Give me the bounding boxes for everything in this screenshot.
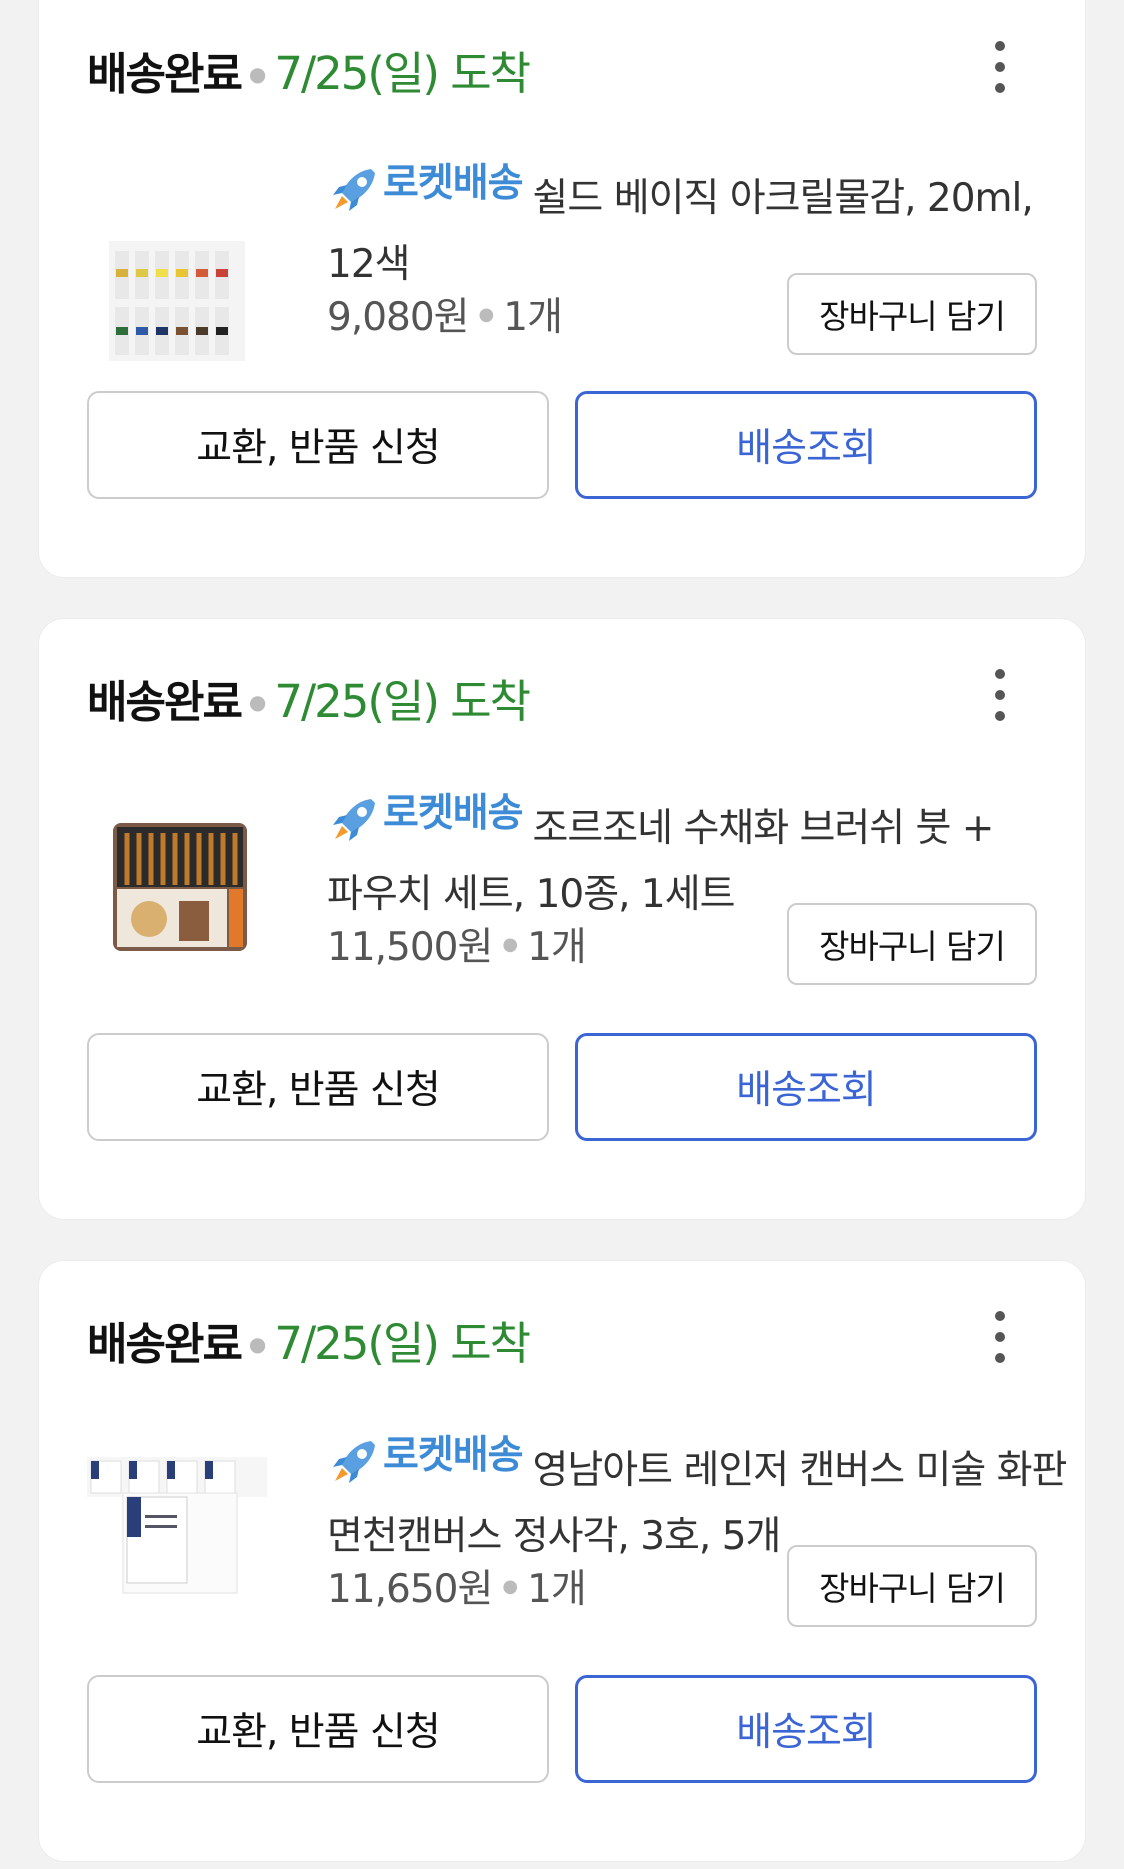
- delivery-status: 배송완료: [87, 677, 243, 728]
- delivery-status: 배송완료: [87, 1319, 243, 1370]
- price: 11,650원: [327, 1567, 493, 1612]
- track-delivery-button[interactable]: 배송조회: [575, 391, 1037, 499]
- separator-dot: ●: [478, 303, 495, 325]
- separator-dot: ●: [248, 1332, 267, 1356]
- arrival-date: 7/25(일) 도착: [274, 1317, 531, 1370]
- separator-dot: ●: [502, 933, 518, 955]
- arrival-date: 7/25(일) 도착: [274, 47, 531, 100]
- order-card: 배송완료 ● 7/25(일) 도착: [38, 618, 1086, 1220]
- separator-dot: ●: [502, 1575, 518, 1597]
- rocket-delivery-badge: 로켓배송: [327, 781, 524, 847]
- exchange-return-button[interactable]: 교환, 반품 신청: [87, 1675, 549, 1783]
- rocket-delivery-badge: 로켓배송: [327, 1423, 524, 1489]
- rocket-delivery-label: 로켓배송: [383, 161, 524, 206]
- order-card: 배송완료 ● 7/25(일) 도착: [38, 1260, 1086, 1862]
- more-options-icon[interactable]: [987, 665, 1013, 725]
- order-list: 배송완료 ● 7/25(일) 도착 로켓배송 쉴드 베이직 아크릴물감, 20m…: [0, 0, 1124, 1869]
- rocket-icon: [333, 799, 375, 841]
- more-options-icon[interactable]: [987, 1307, 1013, 1367]
- quantity: 1개: [527, 925, 587, 970]
- separator-dot: ●: [248, 62, 267, 86]
- delivery-status: 배송완료: [87, 49, 243, 100]
- add-to-cart-button[interactable]: 장바구니 담기: [787, 273, 1037, 355]
- rocket-delivery-label: 로켓배송: [383, 1433, 524, 1478]
- price-row: 9,080원 ● 1개: [327, 274, 563, 354]
- separator-dot: ●: [248, 690, 267, 714]
- order-header: 배송완료 ● 7/25(일) 도착: [87, 37, 531, 100]
- track-delivery-button[interactable]: 배송조회: [575, 1033, 1037, 1141]
- arrival-date: 7/25(일) 도착: [274, 675, 531, 728]
- quantity: 1개: [503, 295, 563, 340]
- quantity: 1개: [527, 1567, 587, 1612]
- price: 11,500원: [327, 925, 493, 970]
- product-image[interactable]: [87, 211, 267, 391]
- product-image[interactable]: [87, 793, 267, 973]
- exchange-return-button[interactable]: 교환, 반품 신청: [87, 1033, 549, 1141]
- price: 9,080원: [327, 295, 470, 340]
- price-row: 11,650원 ● 1개: [327, 1546, 587, 1626]
- exchange-return-button[interactable]: 교환, 반품 신청: [87, 391, 549, 499]
- rocket-icon: [333, 1441, 375, 1483]
- rocket-delivery-label: 로켓배송: [383, 791, 524, 836]
- product-image[interactable]: [87, 1435, 267, 1615]
- more-options-icon[interactable]: [987, 37, 1013, 97]
- rocket-delivery-badge: 로켓배송: [327, 151, 524, 217]
- order-card: 배송완료 ● 7/25(일) 도착: [38, 0, 1086, 578]
- add-to-cart-button[interactable]: 장바구니 담기: [787, 1545, 1037, 1627]
- order-header: 배송완료 ● 7/25(일) 도착: [87, 665, 531, 728]
- track-delivery-button[interactable]: 배송조회: [575, 1675, 1037, 1783]
- rocket-icon: [333, 169, 375, 211]
- add-to-cart-button[interactable]: 장바구니 담기: [787, 903, 1037, 985]
- price-row: 11,500원 ● 1개: [327, 904, 587, 984]
- order-header: 배송완료 ● 7/25(일) 도착: [87, 1307, 531, 1370]
